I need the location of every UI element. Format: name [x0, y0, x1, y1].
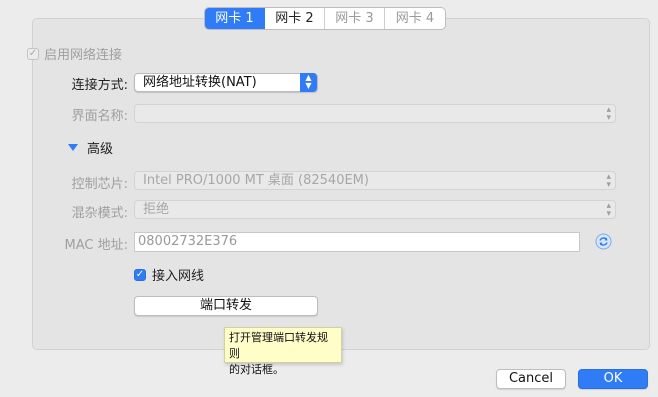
- advanced-label: 高级: [87, 142, 114, 157]
- up-down-chevron-icon: ▴ ▾: [606, 105, 611, 123]
- port-forwarding-button[interactable]: 端口转发: [134, 296, 318, 316]
- ok-button[interactable]: OK: [578, 369, 648, 389]
- enable-adapter-label: 启用网络连接: [44, 48, 123, 63]
- tooltip-line-1: 打开管理端口转发规则: [229, 331, 328, 360]
- tab-adapter-2[interactable]: 网卡 2: [265, 8, 325, 29]
- up-down-chevron-icon: ▴ ▾: [606, 172, 611, 190]
- up-down-chevron-icon: ▴ ▾: [606, 201, 611, 219]
- enable-adapter-checkbox[interactable]: ✓: [27, 47, 39, 60]
- adapter-type-value: Intel PRO/1000 MT 桌面 (82540EM): [143, 173, 369, 188]
- attached-to-value: 网络地址转换(NAT): [143, 75, 257, 90]
- up-down-chevron-icon: ▲ ▼: [300, 73, 317, 92]
- attached-to-label: 连接方式:: [71, 78, 128, 93]
- tab-adapter-4[interactable]: 网卡 4: [385, 8, 445, 29]
- promiscuous-mode-select[interactable]: 拒绝 ▴ ▾: [134, 200, 616, 219]
- attached-to-select[interactable]: 网络地址转换(NAT) ▲ ▼: [134, 73, 318, 92]
- check-icon: ✓: [28, 47, 38, 59]
- refresh-icon[interactable]: [595, 233, 612, 250]
- tooltip-line-2: 的对话框。: [229, 363, 284, 376]
- adapter-tabs: 网卡 1 网卡 2 网卡 3 网卡 4: [204, 7, 446, 30]
- mac-address-field[interactable]: 08002732E376: [134, 232, 580, 252]
- adapter-type-select[interactable]: Intel PRO/1000 MT 桌面 (82540EM) ▴ ▾: [134, 171, 616, 190]
- mac-address-label: MAC 地址:: [64, 238, 128, 253]
- disclosure-triangle-icon: [68, 144, 78, 151]
- cable-connected-checkbox[interactable]: ✓: [134, 268, 146, 281]
- tab-adapter-3[interactable]: 网卡 3: [325, 8, 385, 29]
- cancel-button[interactable]: Cancel: [496, 369, 566, 389]
- enable-adapter-row: ✓ 启用网络连接: [27, 44, 122, 63]
- promiscuous-mode-label: 混杂模式:: [71, 206, 128, 221]
- cable-connected-label: 接入网线: [152, 269, 205, 284]
- advanced-toggle[interactable]: 高级: [68, 138, 113, 157]
- adapter-type-label: 控制芯片:: [71, 177, 128, 192]
- check-icon: ✓: [135, 268, 145, 280]
- name-select[interactable]: ▴ ▾: [134, 104, 616, 123]
- tab-adapter-1[interactable]: 网卡 1: [205, 8, 265, 29]
- port-forwarding-tooltip: 打开管理端口转发规则 的对话框。: [224, 327, 342, 376]
- name-label: 界面名称:: [71, 109, 128, 124]
- promiscuous-mode-value: 拒绝: [143, 202, 170, 217]
- cable-connected-row: ✓ 接入网线: [134, 265, 204, 284]
